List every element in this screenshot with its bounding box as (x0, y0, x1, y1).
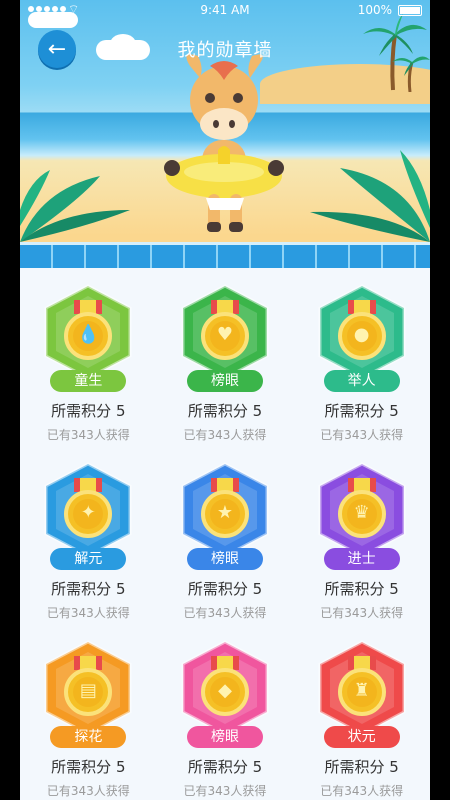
drop-icon: 💧 (77, 324, 100, 345)
badge-medal: 💧 童生 (40, 282, 136, 392)
badge-row: ✦ 解元 所需积分 5 已有343人获得 ★ 榜眼 所需积分 5 已有343人获… (20, 460, 430, 638)
badge-name: 童生 (50, 370, 127, 392)
battery-icon (398, 5, 422, 16)
trophy-icon: ♜ (353, 680, 370, 701)
badge-earned-count: 已有343人获得 (46, 428, 130, 442)
badge-card[interactable]: ▤ 探花 所需积分 5 已有343人获得 (23, 638, 153, 800)
badge-card[interactable]: ♜ 状元 所需积分 5 已有343人获得 (297, 638, 427, 800)
sparkle-icon: ✦ (80, 502, 96, 523)
leaf-decoration (20, 170, 130, 242)
badge-grid: 💧 童生 所需积分 5 已有343人获得 ♥ 榜眼 所需积分 5 已有343人获… (20, 282, 430, 800)
star-icon: ★ (216, 502, 234, 523)
leaf-decoration (310, 150, 430, 242)
status-bar: ⌔ 9:41 AM 100% (20, 0, 430, 22)
badge-earned-count: 已有343人获得 (183, 428, 267, 442)
battery-percent: 100% (357, 3, 392, 17)
badge-earned-count: 已有343人获得 (46, 606, 130, 620)
book-icon: ▤ (79, 680, 97, 701)
badge-medal: ★ 榜眼 (177, 460, 273, 570)
badge-earned-count: 已有343人获得 (320, 428, 404, 442)
badge-card[interactable]: ● 举人 所需积分 5 已有343人获得 (297, 282, 427, 460)
app-screen: ⌔ 9:41 AM 100% ← 我的勋章墙 💧 童生 所需积分 5 已有343… (20, 0, 430, 800)
badge-points: 所需积分 5 (187, 580, 263, 598)
badge-earned-count: 已有343人获得 (320, 784, 404, 798)
badge-points: 所需积分 5 (187, 402, 263, 420)
badge-medal: ▤ 探花 (40, 638, 136, 748)
badge-name: 榜眼 (186, 548, 263, 570)
badge-card[interactable]: ◆ 榜眼 所需积分 5 已有343人获得 (160, 638, 290, 800)
badge-medal: ● 举人 (314, 282, 410, 392)
badge-name: 榜眼 (186, 726, 263, 748)
badge-points: 所需积分 5 (51, 402, 126, 420)
badge-name: 探花 (50, 726, 127, 748)
page-title: 我的勋章墙 (177, 40, 273, 61)
badge-points: 所需积分 5 (187, 758, 263, 776)
badge-card[interactable]: ♥ 榜眼 所需积分 5 已有343人获得 (160, 282, 290, 460)
badge-earned-count: 已有343人获得 (46, 784, 130, 798)
badge-name: 进士 (323, 548, 400, 570)
circle-icon: ● (353, 324, 370, 345)
badge-card[interactable]: 💧 童生 所需积分 5 已有343人获得 (23, 282, 153, 460)
crown-icon: ♛ (353, 502, 370, 523)
badge-medal: ♜ 状元 (314, 638, 410, 748)
badge-points: 所需积分 5 (324, 580, 399, 598)
heart-icon: ♥ (216, 324, 234, 345)
badge-medal: ✦ 解元 (40, 460, 136, 570)
badge-points: 所需积分 5 (324, 758, 399, 776)
badge-earned-count: 已有343人获得 (183, 606, 267, 620)
badge-card[interactable]: ✦ 解元 所需积分 5 已有343人获得 (23, 460, 153, 638)
badge-row: 💧 童生 所需积分 5 已有343人获得 ♥ 榜眼 所需积分 5 已有343人获… (20, 282, 430, 460)
badge-earned-count: 已有343人获得 (183, 784, 267, 798)
badge-card[interactable]: ♛ 进士 所需积分 5 已有343人获得 (297, 460, 427, 638)
badge-points: 所需积分 5 (51, 580, 126, 598)
badge-medal: ♛ 进士 (314, 460, 410, 570)
badge-medal: ♥ 榜眼 (177, 282, 273, 392)
badge-row: ▤ 探花 所需积分 5 已有343人获得 ◆ 榜眼 所需积分 5 已有343人获… (20, 638, 430, 800)
badge-name: 解元 (50, 548, 127, 570)
badge-medal: ◆ 榜眼 (177, 638, 273, 748)
badge-earned-count: 已有343人获得 (320, 606, 404, 620)
badge-name: 举人 (323, 370, 400, 392)
badge-name: 榜眼 (186, 370, 263, 392)
pool-edge (20, 242, 430, 268)
badge-name: 状元 (323, 726, 400, 748)
graduation-cap-icon: ◆ (218, 680, 232, 701)
donkey-mascot (164, 54, 284, 232)
badge-card[interactable]: ★ 榜眼 所需积分 5 已有343人获得 (160, 460, 290, 638)
badge-points: 所需积分 5 (51, 758, 126, 776)
badge-points: 所需积分 5 (324, 402, 399, 420)
